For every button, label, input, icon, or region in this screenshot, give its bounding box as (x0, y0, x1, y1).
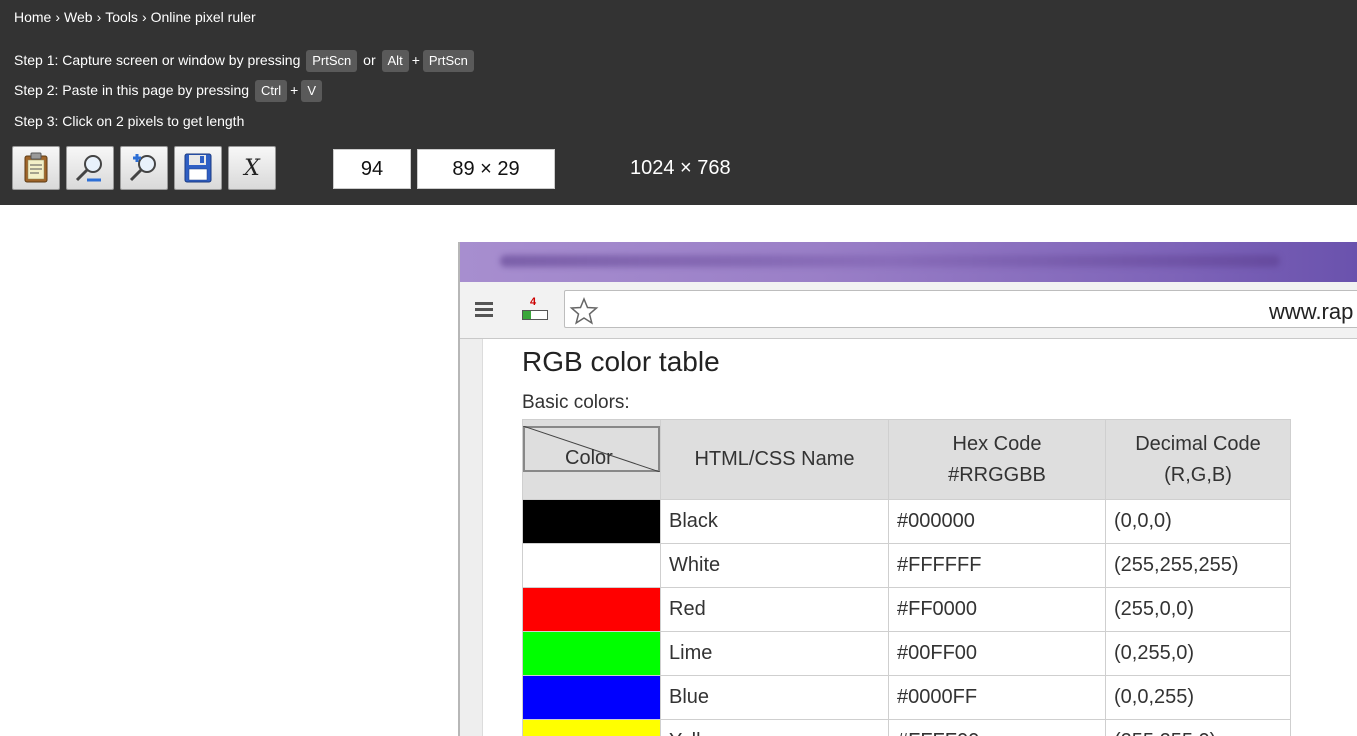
color-hex: #000000 (888, 499, 1106, 544)
color-name: Yellow (660, 719, 889, 736)
breadcrumb-current: Online pixel ruler (150, 9, 256, 25)
key-prtscn: PrtScn (306, 50, 358, 72)
step-2: Step 2: Paste in this page by pressing C… (14, 80, 324, 102)
browser-address-bar: 4 www.rap (460, 282, 1357, 339)
color-name: Black (660, 499, 889, 544)
window-title-blurred (500, 255, 1280, 267)
key-v: V (301, 80, 323, 102)
save-icon (184, 153, 212, 183)
zoom-in-button[interactable] (120, 146, 168, 190)
step-2-text: Step 2: Paste in this page by pressing (14, 82, 250, 98)
color-hex: #FFFFFF (888, 543, 1106, 588)
color-decimal: (255,0,0) (1105, 587, 1291, 632)
table-row: White #FFFFFF (255,255,255) (522, 543, 1291, 588)
color-swatch (522, 587, 661, 632)
image-resolution: 1024 × 768 (630, 157, 731, 179)
page-left-margin (460, 339, 483, 736)
window-titlebar (460, 242, 1357, 282)
table-row: Red #FF0000 (255,0,0) (522, 587, 1291, 632)
length-field[interactable]: 94 (333, 149, 411, 189)
table-row: Lime #00FF00 (0,255,0) (522, 631, 1291, 676)
breadcrumb-separator: › (96, 9, 102, 25)
key-plus: + (290, 82, 299, 98)
color-hex: #00FF00 (888, 631, 1106, 676)
pasted-screenshot[interactable]: 4 www.rap RGB color table Basic colors: … (458, 242, 1357, 736)
color-swatch (522, 499, 661, 544)
table-row: Yellow #FFFF00 (255,255,0) (522, 719, 1291, 736)
hamburger-menu-icon (475, 302, 493, 317)
ruler-toolbar-panel: Home › Web › Tools › Online pixel ruler Step 1… (0, 0, 1357, 205)
color-decimal: (255,255,255) (1105, 543, 1291, 588)
breadcrumb-web[interactable]: Web (64, 9, 93, 25)
clear-button[interactable]: X (228, 146, 276, 190)
column-header-decimal-line2: (R,G,B) (1164, 463, 1232, 486)
color-name: Red (660, 587, 889, 632)
color-decimal: (0,0,255) (1105, 675, 1291, 720)
breadcrumb-separator: › (141, 9, 147, 25)
color-swatch (522, 675, 661, 720)
column-header-color: Color (522, 419, 661, 500)
color-swatch (522, 719, 661, 736)
extension-icon: 4 (518, 296, 550, 322)
size-field[interactable]: 89 × 29 (417, 149, 555, 189)
step-1-or: or (363, 52, 376, 68)
rgb-color-table: Color HTML/CSS Name Hex Code #RRGGBB Dec… (522, 419, 1291, 736)
zoom-out-icon (75, 155, 102, 182)
key-ctrl: Ctrl (254, 80, 288, 102)
color-hex: #0000FF (888, 675, 1106, 720)
page-title: RGB color table (522, 346, 720, 377)
zoom-in-icon (129, 154, 156, 182)
table-row: Black #000000 (0,0,0) (522, 499, 1291, 544)
column-header-color-label: Color (565, 447, 613, 469)
column-header-name: HTML/CSS Name (660, 419, 889, 500)
extension-badge: 4 (530, 296, 537, 308)
step-1-text: Step 1: Capture screen or window by pres… (14, 52, 301, 68)
key-plus: + (411, 52, 420, 68)
breadcrumb-separator: › (55, 9, 61, 25)
color-name: White (660, 543, 889, 588)
breadcrumb-tools[interactable]: Tools (105, 9, 138, 25)
url-box: www.rap (564, 290, 1357, 328)
bookmark-star-icon (569, 297, 599, 325)
url-text: www.rap (1269, 299, 1354, 324)
color-decimal: (255,255,0) (1105, 719, 1291, 736)
color-name: Lime (660, 631, 889, 676)
breadcrumb: Home › Web › Tools › Online pixel ruler (14, 9, 256, 25)
paste-button[interactable] (12, 146, 60, 190)
column-header-hex: Hex Code #RRGGBB (888, 419, 1106, 500)
key-alt: Alt (381, 50, 409, 72)
color-hex: #FFFF00 (888, 719, 1106, 736)
page-subtitle: Basic colors: (522, 392, 630, 413)
color-hex: #FF0000 (888, 587, 1106, 632)
save-button[interactable] (174, 146, 222, 190)
column-header-hex-line1: Hex Code (952, 432, 1042, 455)
key-prtscn: PrtScn (422, 50, 474, 72)
table-row: Blue #0000FF (0,0,255) (522, 675, 1291, 720)
column-header-hex-line2: #RRGGBB (948, 463, 1046, 486)
color-name: Blue (660, 675, 889, 720)
step-3: Step 3: Click on 2 pixels to get length (14, 113, 245, 129)
color-swatch (522, 543, 661, 588)
zoom-out-button[interactable] (66, 146, 114, 190)
color-swatch (522, 631, 661, 676)
clipboard-icon (24, 152, 48, 183)
color-decimal: (0,255,0) (1105, 631, 1291, 676)
column-header-decimal: Decimal Code (R,G,B) (1105, 419, 1291, 500)
color-decimal: (0,0,0) (1105, 499, 1291, 544)
breadcrumb-home[interactable]: Home (14, 9, 51, 25)
step-1: Step 1: Capture screen or window by pres… (14, 50, 476, 72)
column-header-decimal-line1: Decimal Code (1135, 432, 1261, 455)
